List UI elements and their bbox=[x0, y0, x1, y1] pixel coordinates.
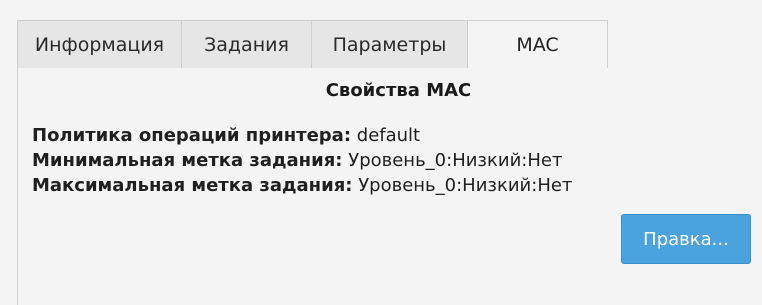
property-label: Политика операций принтера: bbox=[32, 125, 352, 146]
property-value: Уровень_0:Низкий:Нет bbox=[358, 175, 573, 196]
tab-bar: Информация Задания Параметры MAC bbox=[17, 20, 758, 69]
mac-properties-panel: Свойства MAC Политика операций принтера:… bbox=[17, 68, 758, 305]
property-min-job-label: Минимальная метка задания: Уровень_0:Низ… bbox=[32, 150, 562, 171]
edit-button[interactable]: Правка... bbox=[621, 214, 751, 264]
tab-label: Информация bbox=[34, 33, 165, 56]
tab-bar-filler bbox=[608, 20, 758, 69]
tab-mac[interactable]: MAC bbox=[468, 20, 608, 69]
tab-information[interactable]: Информация bbox=[17, 20, 182, 69]
property-label: Максимальная метка задания: bbox=[32, 175, 353, 196]
property-max-job-label: Максимальная метка задания: Уровень_0:Ни… bbox=[32, 175, 572, 196]
property-label: Минимальная метка задания: bbox=[32, 150, 343, 171]
tab-parameters[interactable]: Параметры bbox=[312, 20, 468, 69]
property-printer-policy: Политика операций принтера: default bbox=[32, 125, 420, 146]
tab-label: MAC bbox=[516, 33, 559, 56]
property-value: default bbox=[356, 125, 421, 146]
property-value: Уровень_0:Низкий:Нет bbox=[348, 150, 563, 171]
section-title: Свойства MAC bbox=[325, 80, 472, 101]
tab-label: Параметры bbox=[332, 33, 447, 56]
tab-jobs[interactable]: Задания bbox=[182, 20, 312, 69]
tab-label: Задания bbox=[204, 33, 289, 56]
